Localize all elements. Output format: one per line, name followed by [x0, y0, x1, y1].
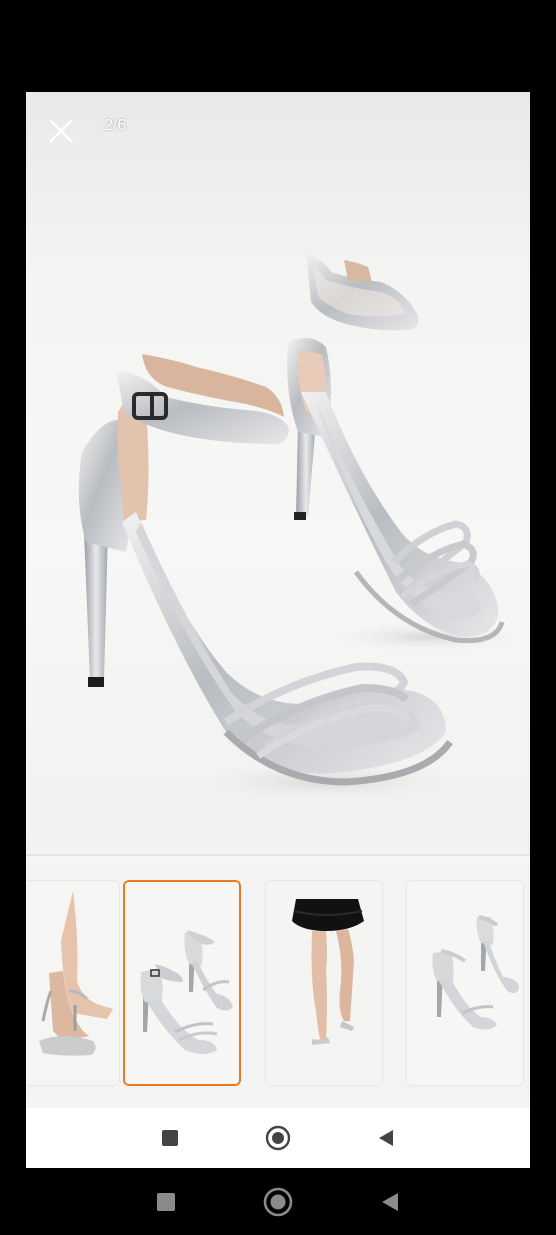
system-navigation-bar	[0, 1168, 556, 1235]
back-sandal	[287, 252, 505, 644]
home-icon	[263, 1187, 293, 1216]
back-icon	[382, 1192, 398, 1211]
inner-home-button[interactable]	[258, 1118, 298, 1158]
divider	[26, 854, 530, 856]
image-viewer: 2/6	[26, 92, 530, 1168]
close-button[interactable]	[48, 118, 76, 146]
home-button[interactable]	[258, 1182, 298, 1222]
inner-recent-apps-button[interactable]	[150, 1118, 190, 1158]
thumbnail-2[interactable]	[123, 880, 241, 1086]
back-button[interactable]	[370, 1182, 410, 1222]
main-product-image[interactable]: 2/6	[26, 92, 530, 852]
close-icon	[49, 119, 73, 143]
recent-apps-icon	[162, 1130, 178, 1146]
back-icon	[379, 1130, 393, 1146]
home-icon	[265, 1125, 291, 1151]
thumbnail-4[interactable]	[406, 880, 524, 1086]
status-bar-area	[0, 0, 556, 92]
image-counter: 2/6	[104, 117, 127, 134]
recent-apps-icon	[157, 1192, 175, 1211]
inner-navigation-bar	[26, 1108, 530, 1168]
thumbnail-3[interactable]	[265, 880, 383, 1086]
thumbnail-1[interactable]	[26, 880, 120, 1086]
inner-back-button[interactable]	[366, 1118, 406, 1158]
recent-apps-button[interactable]	[146, 1182, 186, 1222]
thumbnail-strip[interactable]	[26, 864, 530, 1100]
